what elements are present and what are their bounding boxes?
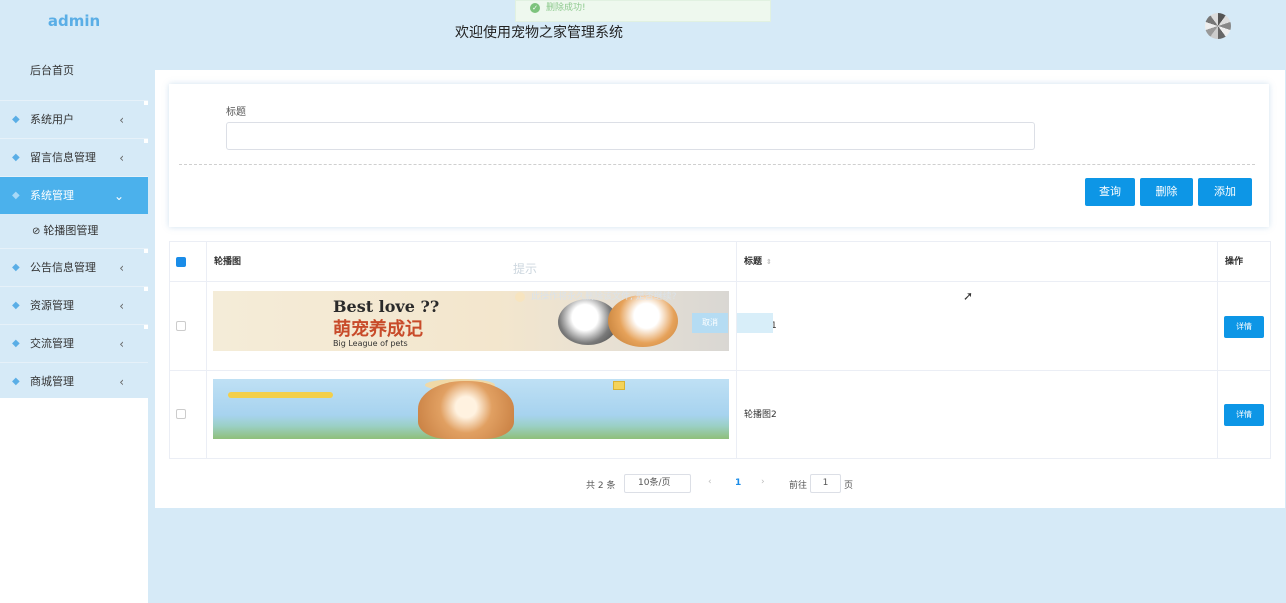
diamond-icon: ◆	[12, 376, 20, 387]
main-panel: 标题 查询 删除 添加 轮播图 标题⇕ 操作 轮播图1 详情 轮播图2	[155, 70, 1285, 508]
column-header-action: 操作	[1218, 242, 1271, 282]
page-title: 欢迎使用宠物之家管理系统	[455, 25, 623, 41]
sidebar-item-label: 系统用户	[30, 113, 74, 126]
prev-page-button[interactable]: ‹	[708, 477, 712, 487]
sidebar-item-label: 交流管理	[30, 337, 74, 350]
diamond-icon: ◆	[12, 262, 20, 273]
corner-decoration	[144, 101, 148, 105]
goto-label: 前往	[789, 481, 808, 491]
sidebar-item-label: 商城管理	[30, 375, 74, 388]
corner-decoration	[144, 249, 148, 253]
corner-decoration	[144, 325, 148, 329]
divider	[179, 164, 1255, 165]
table-row-title: 轮播图1	[737, 282, 1218, 371]
title-filter-label: 标题	[226, 107, 246, 118]
chevron-left-icon: ‹	[119, 261, 124, 275]
sidebar-item-label: 留言信息管理	[30, 151, 96, 164]
diamond-icon: ◆	[12, 300, 20, 311]
page-unit-label: 页	[844, 481, 854, 491]
sidebar-item-messages[interactable]: ◆ 留言信息管理 ‹	[0, 138, 148, 176]
sidebar-menu: admin 后台首页 ◆ 系统用户 ‹ ◆ 留言信息管理 ‹ ◆ 系统管理 ⌄ …	[0, 0, 148, 398]
sidebar-item-label: 系统管理	[30, 189, 74, 202]
diamond-icon: ◆	[12, 114, 20, 125]
banner-decoration	[228, 392, 333, 398]
page-size-select[interactable]: 10条/页	[624, 474, 691, 493]
sidebar-item-label: 资源管理	[30, 299, 74, 312]
table-row-title: 轮播图2	[737, 371, 1218, 459]
pagination-total: 共 2 条	[586, 481, 616, 491]
next-page-button[interactable]: ›	[761, 477, 765, 487]
sidebar-item-system-management[interactable]: ◆ 系统管理 ⌄	[0, 176, 148, 214]
sort-icon[interactable]: ⇕	[766, 258, 772, 266]
dialog-title-ghost: 提示	[513, 262, 538, 276]
goto-page-input[interactable]: 1	[810, 474, 841, 493]
table-row-checkbox-cell	[170, 371, 207, 459]
column-header-title[interactable]: 标题 ⇕	[737, 242, 1218, 282]
diamond-icon: ◆	[12, 152, 20, 163]
add-button[interactable]: 添加	[1198, 178, 1252, 206]
sidebar-item-shop[interactable]: ◆ 商城管理 ‹	[0, 362, 148, 400]
table-row-action-cell: 详情	[1218, 371, 1271, 459]
corner-decoration	[144, 139, 148, 143]
warning-icon	[515, 291, 525, 302]
diamond-icon: ◆	[12, 190, 20, 201]
delete-button[interactable]: 删除	[1140, 178, 1193, 206]
mouse-cursor-icon: ➚	[963, 289, 974, 303]
chevron-down-icon: ⌄	[113, 189, 124, 203]
cat-illustration	[608, 295, 678, 347]
sidebar: admin 后台首页 ◆ 系统用户 ‹ ◆ 留言信息管理 ‹ ◆ 系统管理 ⌄ …	[0, 0, 148, 603]
search-card: 标题 查询 删除 添加	[169, 84, 1269, 227]
carousel-table: 轮播图 标题⇕ 操作 轮播图1 详情 轮播图2 详情 Best love ?? …	[169, 241, 1271, 459]
select-all-checkbox[interactable]	[176, 257, 186, 267]
sidebar-item-announcements[interactable]: ◆ 公告信息管理 ‹	[0, 248, 148, 286]
column-header-title-label: 标题	[744, 257, 763, 267]
query-button[interactable]: 查询	[1085, 178, 1135, 206]
detail-button[interactable]: 详情	[1224, 404, 1264, 426]
row-checkbox[interactable]	[176, 409, 186, 419]
dialog-confirm-ghost	[737, 313, 773, 333]
mail-icon	[613, 381, 625, 390]
sidebar-item-label: 公告信息管理	[30, 261, 96, 274]
banner-text: Best love ??	[333, 297, 440, 316]
dialog-message-ghost: 此操作将永久删除该文件, 是否继续?	[515, 289, 677, 302]
dialog-cancel-ghost: 取消	[692, 313, 728, 333]
table-row-action-cell: 详情	[1218, 282, 1271, 371]
chevron-left-icon: ‹	[119, 299, 124, 313]
pagination: 共 2 条 10条/页 ‹ 1 › 前往 1 页	[155, 474, 1285, 494]
carousel-image-2	[213, 379, 729, 439]
diamond-icon: ◆	[12, 338, 20, 349]
title-filter-input[interactable]	[226, 122, 1035, 150]
dog-illustration	[418, 381, 514, 439]
chevron-left-icon: ‹	[119, 151, 124, 165]
banner-text: 萌宠养成记	[333, 319, 423, 340]
chevron-left-icon: ‹	[119, 337, 124, 351]
chevron-left-icon: ‹	[119, 113, 124, 127]
check-circle-icon: ⊘	[32, 226, 41, 237]
sidebar-item-system-users[interactable]: ◆ 系统用户 ‹	[0, 100, 148, 138]
table-row-checkbox-cell	[170, 282, 207, 371]
page-number-current[interactable]: 1	[735, 478, 741, 488]
sidebar-item-communication[interactable]: ◆ 交流管理 ‹	[0, 324, 148, 362]
sidebar-subitem-label: 轮播图管理	[43, 224, 99, 237]
sidebar-subitem-carousel[interactable]: ⊘ 轮播图管理	[0, 214, 148, 248]
detail-button[interactable]: 详情	[1224, 316, 1264, 338]
select-all-cell	[170, 242, 207, 282]
banner-text: Big League of pets	[333, 339, 408, 348]
dialog-message-text: 此操作将永久删除该文件, 是否继续?	[531, 292, 677, 302]
avatar[interactable]	[1205, 13, 1231, 39]
chevron-left-icon: ‹	[119, 375, 124, 389]
corner-decoration	[144, 287, 148, 291]
logo: admin	[47, 12, 101, 30]
success-toast: ✓ 删除成功!	[515, 0, 771, 22]
sidebar-item-label: 后台首页	[30, 64, 74, 77]
toast-message: 删除成功!	[546, 3, 586, 13]
column-header-banner: 轮播图	[207, 242, 737, 282]
sidebar-item-resources[interactable]: ◆ 资源管理 ‹	[0, 286, 148, 324]
sidebar-item-home[interactable]: 后台首页	[0, 42, 148, 100]
check-icon: ✓	[530, 3, 540, 13]
row-checkbox[interactable]	[176, 321, 186, 331]
